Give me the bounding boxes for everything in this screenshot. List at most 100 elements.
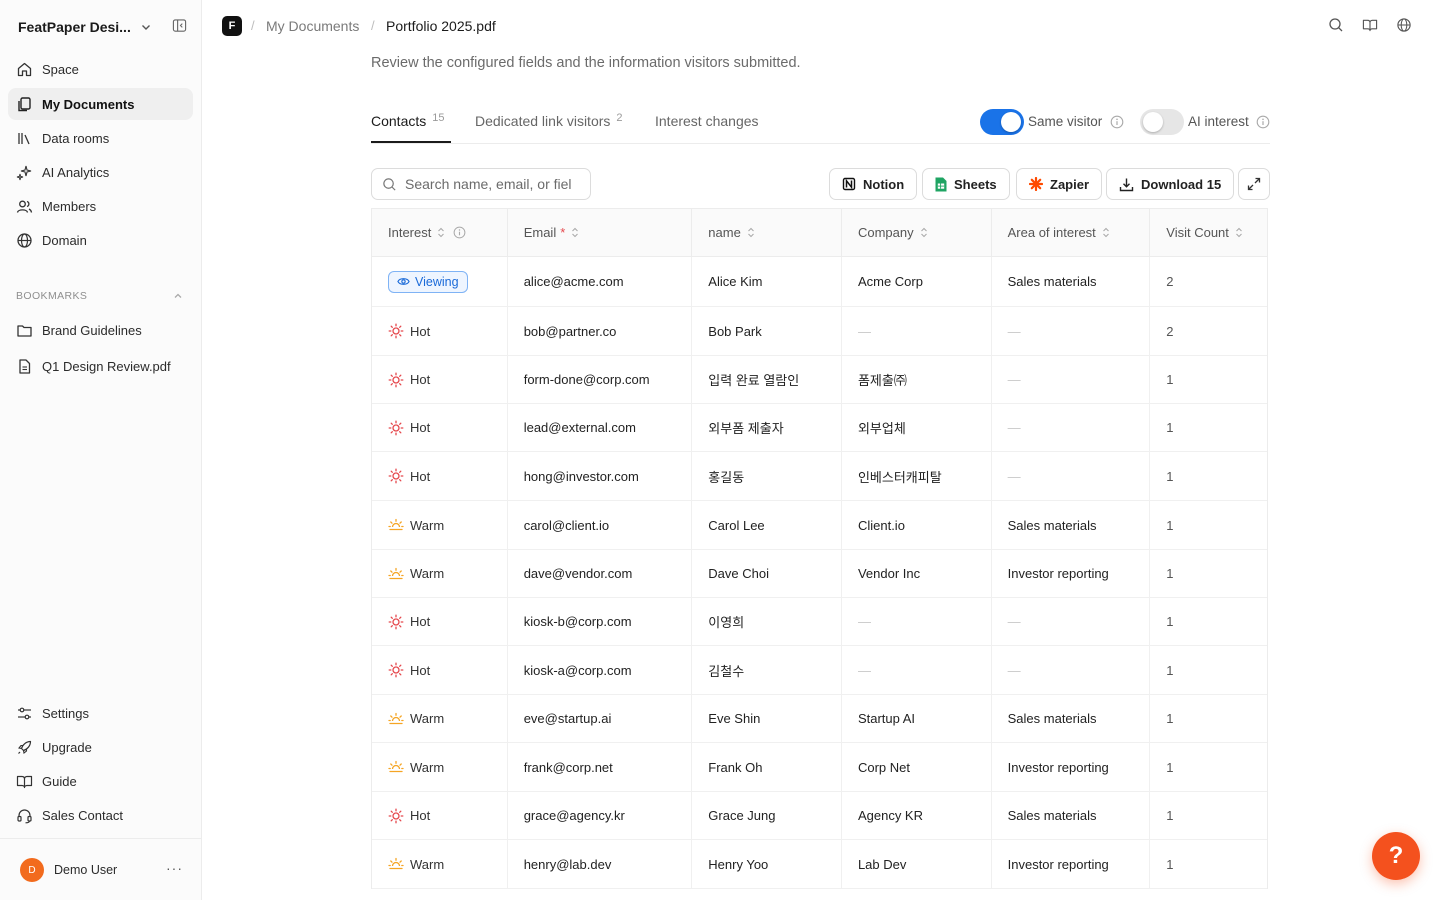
column-header-email[interactable]: Email *	[508, 209, 693, 256]
sidebar-item-data-rooms[interactable]: Data rooms	[8, 122, 193, 154]
column-header-interest[interactable]: Interest	[372, 209, 508, 256]
cell-visit-count: 1	[1166, 468, 1174, 484]
cell-area-of-interest: Investor reporting	[992, 743, 1151, 791]
notion-label: Notion	[863, 176, 905, 192]
notion-button[interactable]: Notion	[829, 168, 918, 200]
sidebar-item-settings[interactable]: Settings	[8, 697, 193, 729]
cell-email: form-done@corp.com	[508, 356, 693, 403]
cell-email: alice@acme.com	[508, 257, 693, 306]
breadcrumb-my-documents[interactable]: My Documents	[266, 18, 359, 34]
tab-interest-changes[interactable]: Interest changes	[655, 113, 759, 129]
sunrise-icon	[388, 711, 404, 727]
sidebar: FeatPaper Desi... Space My Documents Dat…	[0, 0, 202, 900]
column-header-company[interactable]: Company	[842, 209, 992, 256]
table-row[interactable]: Hot bob@partner.co Bob Park — —2	[372, 307, 1267, 356]
cell-area-of-interest: —	[992, 356, 1151, 403]
cell-company: Acme Corp	[842, 257, 992, 306]
expand-button[interactable]	[1238, 168, 1270, 200]
sidebar-item-sales-contact[interactable]: Sales Contact	[8, 799, 193, 831]
cell-area-of-interest: Sales materials	[992, 792, 1151, 839]
table-row[interactable]: Hot lead@external.com 외부폼 제출자 외부업체 — 1	[372, 404, 1267, 452]
search-box[interactable]	[371, 168, 591, 200]
table-row[interactable]: Hot grace@agency.kr Grace Jung Agency KR Sal…	[372, 792, 1267, 840]
cell-visit-count: 1	[1166, 711, 1174, 726]
sidebar-item-space[interactable]: Space	[8, 53, 193, 85]
zapier-icon	[1029, 177, 1043, 191]
search-input[interactable]	[405, 176, 583, 192]
interest-label: Hot	[410, 420, 431, 435]
cell-interest: Warm	[372, 501, 508, 549]
chevron-up-icon[interactable]	[172, 290, 184, 302]
table-row[interactable]: Hot hong@investor.com 홍길동 인베스터캐피탈 — 1	[372, 452, 1267, 501]
table-row[interactable]: Hot kiosk-b@corp.com 이영희 — —1	[372, 598, 1267, 646]
bookmark-label: Q1 Design Review.pdf	[42, 358, 171, 374]
book-open-icon[interactable]	[1362, 17, 1378, 33]
table-row[interactable]: Warm carol@client.io Carol Lee Client.io Sal…	[372, 501, 1267, 550]
table-row[interactable]: Warm eve@startup.ai Eve Shin Startup AI Sale…	[372, 695, 1267, 743]
same-visitor-toggle[interactable]	[980, 109, 1024, 135]
table-header: Interest Email * name Company Area of in…	[372, 209, 1267, 257]
cell-company: Startup AI	[842, 695, 992, 742]
ai-interest-toggle[interactable]	[1140, 109, 1184, 135]
column-header-name[interactable]: name	[692, 209, 842, 256]
cell-interest: Viewing	[372, 257, 508, 306]
cell-area-of-interest: —	[992, 404, 1151, 451]
language-globe-icon[interactable]	[1396, 17, 1412, 33]
cell-company: Vendor Inc	[842, 550, 992, 597]
sun-icon	[388, 468, 404, 484]
download-label: Download 15	[1141, 176, 1222, 192]
sidebar-item-guide[interactable]: Guide	[8, 765, 193, 797]
app-logo[interactable]: F	[222, 16, 242, 36]
sidebar-divider	[0, 838, 201, 839]
sliders-icon	[16, 705, 33, 722]
cell-email: grace@agency.kr	[508, 792, 693, 839]
more-icon[interactable]: ···	[166, 860, 183, 876]
cell-company: —	[842, 598, 992, 645]
table-row[interactable]: Hot kiosk-a@corp.com 김철수 — —1	[372, 646, 1267, 695]
search-icon[interactable]	[1328, 17, 1344, 33]
zapier-button[interactable]: Zapier	[1016, 168, 1103, 200]
download-button[interactable]: Download 15	[1106, 168, 1235, 200]
column-header-visit-count[interactable]: Visit Count	[1150, 209, 1267, 256]
info-icon[interactable]	[1110, 115, 1124, 129]
table-row[interactable]: Warm frank@corp.net Frank Oh Corp Net Invest…	[372, 743, 1267, 792]
cell-email: bob@partner.co	[508, 307, 693, 355]
tab-dedicated-link-visitors[interactable]: Dedicated link visitors 2	[475, 112, 623, 129]
cell-name: Grace Jung	[692, 792, 842, 839]
interest-label: Hot	[410, 323, 431, 339]
sidebar-item-label: AI Analytics	[42, 164, 110, 180]
sidebar-item-upgrade[interactable]: Upgrade	[8, 731, 193, 763]
sidebar-item-label: Members	[42, 198, 97, 214]
table-row[interactable]: Warm dave@vendor.com Dave Choi Vendor Inc In…	[372, 550, 1267, 598]
tab-label: Contacts	[371, 113, 427, 129]
library-icon	[16, 130, 33, 147]
sort-icon	[571, 227, 579, 238]
sidebar-item-members[interactable]: Members	[8, 190, 193, 222]
sheets-button[interactable]: Sheets	[922, 168, 1010, 200]
table-row[interactable]: Viewing alice@acme.com Alice Kim Acme Corp S…	[372, 257, 1267, 307]
sort-icon	[747, 227, 755, 238]
info-icon[interactable]	[1256, 115, 1270, 129]
sidebar-collapse-icon[interactable]	[172, 18, 187, 33]
sidebar-item-ai-analytics[interactable]: AI Analytics	[8, 156, 193, 188]
table-row[interactable]: Warm henry@lab.dev Henry Yoo Lab Dev Investo…	[372, 840, 1267, 889]
cell-name: Eve Shin	[692, 695, 842, 742]
cell-interest: Hot	[372, 307, 508, 355]
download-icon	[1119, 177, 1134, 192]
column-header-area-of-interest[interactable]: Area of interest	[992, 209, 1151, 256]
tab-label: Dedicated link visitors	[475, 113, 611, 129]
user-menu[interactable]: D Demo User ···	[20, 857, 190, 883]
workspace-switcher[interactable]: FeatPaper Desi...	[18, 16, 194, 38]
sidebar-item-domain[interactable]: Domain	[8, 224, 193, 256]
table-row[interactable]: Hot form-done@corp.com 입력 완료 열람인 폼제출㈜ — 1	[372, 356, 1267, 404]
help-button[interactable]: ?	[1372, 832, 1420, 880]
zapier-label: Zapier	[1050, 176, 1090, 192]
bookmark-q1-design-review[interactable]: Q1 Design Review.pdf	[8, 350, 193, 382]
info-icon[interactable]	[453, 226, 466, 239]
cell-visit-count: 2	[1166, 323, 1174, 339]
bookmark-brand-guidelines[interactable]: Brand Guidelines	[8, 314, 193, 346]
book-icon	[16, 773, 33, 790]
cell-visit-count: 1	[1166, 566, 1174, 581]
sidebar-item-my-documents[interactable]: My Documents	[8, 88, 193, 120]
tab-contacts[interactable]: Contacts 15	[371, 112, 445, 129]
